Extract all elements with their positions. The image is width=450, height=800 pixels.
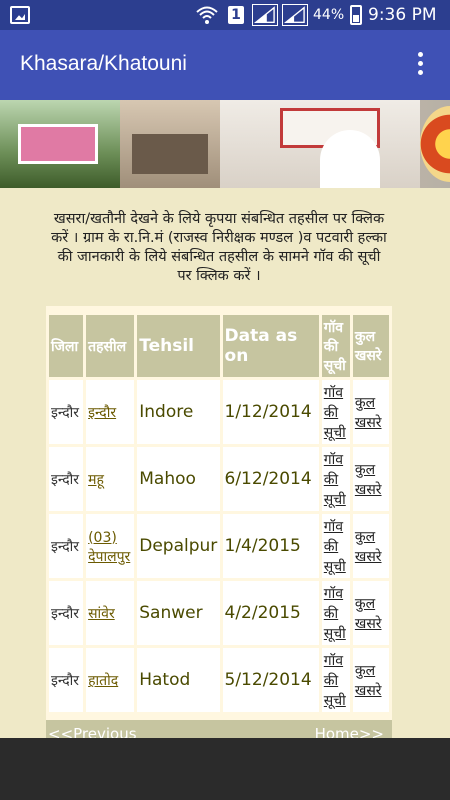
tehsil-english-cell: Hatod	[137, 648, 220, 712]
district-cell: इन्दौर	[49, 648, 84, 712]
app-title: Khasara/Khatouni	[20, 52, 187, 75]
battery-icon	[350, 5, 362, 25]
tehsil-english-cell: Depalpur	[137, 514, 220, 578]
battery-percent: 44%	[313, 7, 345, 23]
total-khasra-link[interactable]: कुल खसरे	[355, 529, 382, 565]
table-row: इन्दौर इन्दौर Indore 1/12/2014 गॉव की सूची कु…	[49, 380, 389, 444]
table-header-row: जिला तहसील Tehsil Data as on गॉव की सूची…	[49, 315, 389, 377]
gallery-icon	[10, 6, 30, 24]
signal-icon	[252, 4, 278, 26]
tehsil-link[interactable]: सांवेर	[88, 606, 115, 622]
header-banner-image	[0, 100, 450, 188]
column-header: तहसील	[86, 315, 135, 377]
district-cell: इन्दौर	[49, 447, 84, 511]
table-row: इन्दौर महू Mahoo 6/12/2014 गॉव की सूची कुल खस…	[49, 447, 389, 511]
data-date-cell: 1/12/2014	[222, 380, 319, 444]
tehsil-table: जिला तहसील Tehsil Data as on गॉव की सूची…	[46, 312, 392, 715]
village-list-link[interactable]: गॉव की सूची	[324, 519, 346, 575]
data-date-cell: 5/12/2014	[222, 648, 319, 712]
village-list-link[interactable]: गॉव की सूची	[324, 586, 346, 642]
district-cell: इन्दौर	[49, 514, 84, 578]
total-khasra-link[interactable]: कुल खसरे	[355, 462, 382, 498]
instruction-text: खसरा/खतौनी देखने के लिये कृपया संबन्धित …	[46, 208, 392, 306]
wifi-icon	[196, 6, 218, 24]
total-khasra-link[interactable]: कुल खसरे	[355, 663, 382, 699]
total-khasra-link[interactable]: कुल खसरे	[355, 596, 382, 632]
main-content: खसरा/खतौनी देखने के लिये कृपया संबन्धित …	[46, 208, 392, 738]
previous-link[interactable]: <<Previous	[48, 725, 137, 738]
app-bar: Khasara/Khatouni	[0, 30, 450, 100]
tehsil-link[interactable]: हातोद	[88, 673, 118, 689]
tehsil-english-cell: Indore	[137, 380, 220, 444]
village-list-link[interactable]: गॉव की सूची	[324, 653, 346, 709]
signal-icon	[282, 4, 308, 26]
system-navigation-bar	[0, 738, 450, 800]
data-date-cell: 6/12/2014	[222, 447, 319, 511]
pager: <<Previous Home>>	[46, 720, 392, 738]
table-row: इन्दौर (03) देपालपुर Depalpur 1/4/2015 गॉव क…	[49, 514, 389, 578]
status-bar: 1 44% 9:36 PM	[0, 0, 450, 30]
tehsil-link[interactable]: इन्दौर	[88, 405, 116, 421]
column-header: जिला	[49, 315, 84, 377]
data-date-cell: 1/4/2015	[222, 514, 319, 578]
data-date-cell: 4/2/2015	[222, 581, 319, 645]
table-row: इन्दौर सांवेर Sanwer 4/2/2015 गॉव की सूची कुल…	[49, 581, 389, 645]
clock: 9:36 PM	[368, 5, 437, 25]
tehsil-link[interactable]: (03) देपालपुर	[88, 530, 130, 565]
tehsil-english-cell: Mahoo	[137, 447, 220, 511]
sim-icon: 1	[228, 6, 244, 24]
district-cell: इन्दौर	[49, 380, 84, 444]
village-list-link[interactable]: गॉव की सूची	[324, 452, 346, 508]
column-header: गॉव की सूची	[321, 315, 350, 377]
tehsil-link[interactable]: महू	[88, 472, 104, 488]
total-khasra-link[interactable]: कुल खसरे	[355, 395, 382, 431]
table-row: इन्दौर हातोद Hatod 5/12/2014 गॉव की सूची कुल …	[49, 648, 389, 712]
overflow-menu-icon[interactable]	[412, 52, 428, 80]
government-seal-icon	[420, 106, 450, 182]
home-link[interactable]: Home>>	[315, 725, 384, 738]
district-cell: इन्दौर	[49, 581, 84, 645]
column-header: कुल खसरे	[352, 315, 389, 377]
column-header: Data as on	[222, 315, 319, 377]
column-header: Tehsil	[137, 315, 220, 377]
village-list-link[interactable]: गॉव की सूची	[324, 385, 346, 441]
tehsil-english-cell: Sanwer	[137, 581, 220, 645]
